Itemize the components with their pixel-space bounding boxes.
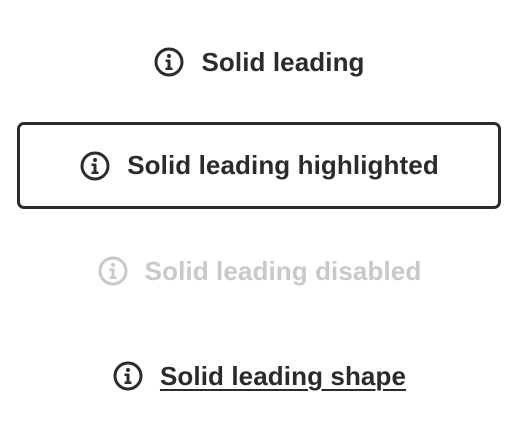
info-circle-icon [79,150,111,182]
solid-leading-shape-label: Solid leading shape [159,360,407,391]
info-circle-icon [97,255,129,287]
solid-leading-shape-button[interactable]: Solid leading shape [0,354,518,398]
info-circle-icon [112,360,144,392]
solid-leading-label: Solid leading [201,46,365,77]
solid-leading-highlighted-button[interactable]: Solid leading highlighted [17,122,501,209]
info-circle-icon [153,46,185,78]
solid-leading-highlighted-label: Solid leading highlighted [127,150,439,180]
solid-leading-disabled-button: Solid leading disabled [0,249,518,293]
button-styles-showcase: Solid leading Solid leading highlighted [0,0,518,436]
solid-leading-button[interactable]: Solid leading [0,40,518,84]
solid-leading-disabled-label: Solid leading disabled [144,255,422,286]
